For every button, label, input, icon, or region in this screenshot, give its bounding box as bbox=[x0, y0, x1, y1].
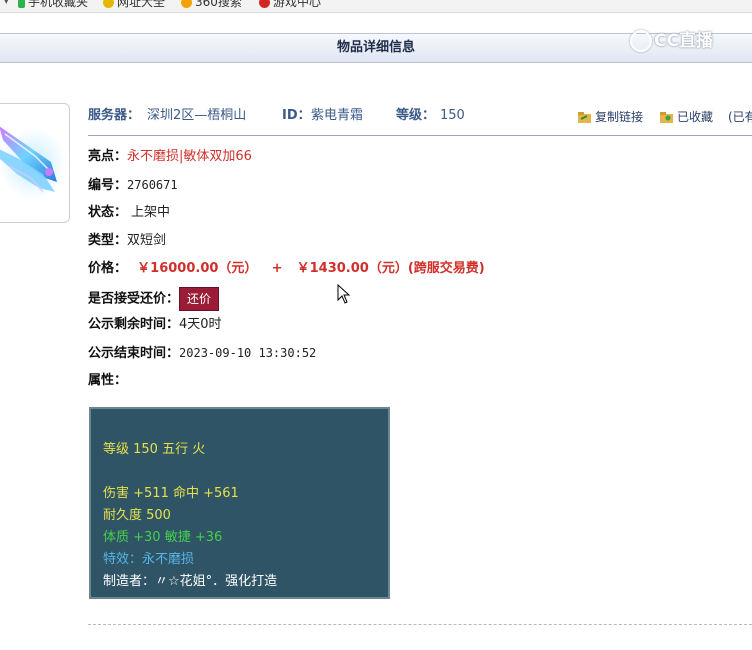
remaining-time-value: 4天0时 bbox=[179, 317, 222, 332]
attr-level-element: 等级 150 五行 火 bbox=[103, 442, 206, 457]
watermark-text: CC直播 bbox=[654, 31, 713, 51]
price-row: 价格： ￥16000.00（元） + ￥1430.00（元）(跨服交易费) bbox=[88, 258, 485, 280]
bookmark-label: 网址大全 bbox=[117, 0, 166, 9]
game-center-icon bbox=[259, 0, 270, 8]
copy-link-label: 复制链接 bbox=[595, 110, 644, 124]
attributes-row: 属性： bbox=[88, 370, 127, 392]
bookmark-item-site-directory[interactable]: 网址大全 bbox=[103, 0, 165, 12]
search-engine-icon bbox=[181, 0, 192, 8]
favorite-folder-icon bbox=[660, 112, 673, 123]
mouse-cursor-icon bbox=[337, 284, 351, 304]
end-time-value: 2023-09-10 13:30:52 bbox=[179, 346, 317, 360]
status-label: 状态： bbox=[88, 205, 128, 220]
attribute-panel: 等级 150 五行 火 伤害 +511 命中 +561 耐久度 500 体质 +… bbox=[89, 407, 390, 599]
link-folder-icon bbox=[578, 112, 591, 123]
attr-constitution-agility: 体质 +30 敏捷 +36 bbox=[103, 530, 223, 545]
number-row: 编号：2760671 bbox=[88, 174, 178, 196]
type-label: 类型： bbox=[88, 233, 128, 248]
attr-special-effect: 特效：永不磨损 bbox=[103, 552, 195, 567]
stream-watermark: CC直播 bbox=[630, 26, 713, 54]
end-time-row: 公示结束时间：2023-09-10 13:30:52 bbox=[88, 342, 316, 364]
attr-damage-hit: 伤害 +511 命中 +561 bbox=[103, 486, 239, 501]
item-summary-row: 服务器： 深圳2区—梧桐山 ID： 紫电青霜 等级： 150 bbox=[88, 106, 752, 126]
level-label: 等级： bbox=[396, 108, 436, 123]
counter-offer-button[interactable]: 还价 bbox=[179, 287, 220, 311]
bookmark-item-360-search[interactable]: 360搜索 bbox=[181, 0, 242, 12]
highlight-row: 亮点：永不磨损|敏体双加66 bbox=[88, 146, 252, 168]
info-divider bbox=[88, 135, 752, 136]
type-value: 双短剑 bbox=[127, 233, 167, 248]
copy-link-button[interactable]: 复制链接 bbox=[578, 107, 643, 127]
bottom-divider bbox=[88, 624, 752, 625]
remaining-time-label: 公示剩余时间： bbox=[88, 317, 180, 332]
attr-maker: 制造者：〃☆花姐°．强化打造 bbox=[103, 574, 278, 589]
fee-value: ￥1430.00（元）(跨服交易费) bbox=[296, 261, 485, 276]
favorited-button[interactable]: 已收藏 bbox=[660, 107, 713, 127]
status-value: 上架中 bbox=[131, 205, 171, 220]
attr-durability: 耐久度 500 bbox=[103, 508, 171, 523]
server-value: 深圳2区—梧桐山 bbox=[147, 108, 247, 123]
phone-icon bbox=[18, 0, 25, 8]
favorite-count-text: (已有 bbox=[728, 107, 752, 127]
id-value: 紫电青霜 bbox=[311, 108, 364, 123]
level-value: 150 bbox=[440, 108, 465, 123]
id-label: ID： bbox=[282, 108, 311, 123]
counter-offer-label: 是否接受还价： bbox=[88, 291, 180, 307]
bookmark-bar: ▾ 手机收藏夹 网址大全 360搜索 游戏中心 bbox=[0, 0, 752, 13]
favorited-label: 已收藏 bbox=[677, 110, 714, 124]
bookmark-label: 360搜索 bbox=[195, 0, 242, 9]
stream-logo-icon bbox=[630, 30, 652, 52]
dual-blade-item-icon bbox=[0, 126, 67, 200]
price-value: ￥16000.00（元） bbox=[137, 261, 258, 276]
end-time-label: 公示结束时间： bbox=[88, 346, 180, 361]
number-value: 2760671 bbox=[127, 178, 178, 192]
price-plus: + bbox=[271, 261, 283, 276]
bookmark-expand-icon[interactable]: ▾ bbox=[4, 0, 9, 12]
attributes-label: 属性： bbox=[88, 373, 128, 388]
bookmark-item-game-center[interactable]: 游戏中心 bbox=[259, 0, 321, 12]
highlight-label: 亮点： bbox=[88, 149, 128, 164]
remaining-time-row: 公示剩余时间：4天0时 bbox=[88, 314, 222, 336]
status-row: 状态： 上架中 bbox=[88, 202, 170, 224]
favorite-count-label: (已有 bbox=[728, 110, 752, 124]
number-label: 编号： bbox=[88, 178, 128, 193]
item-image bbox=[0, 103, 70, 223]
bookmark-label: 手机收藏夹 bbox=[28, 0, 89, 9]
bookmark-item-mobile-favorites[interactable]: 手机收藏夹 bbox=[18, 0, 88, 12]
bookmark-label: 游戏中心 bbox=[273, 0, 322, 9]
counter-offer-row: 是否接受还价： 还价 bbox=[88, 287, 220, 311]
highlight-value: 永不磨损|敏体双加66 bbox=[127, 149, 252, 164]
site-directory-icon bbox=[103, 0, 114, 8]
price-label: 价格： bbox=[88, 261, 128, 276]
type-row: 类型：双短剑 bbox=[88, 230, 166, 252]
server-label: 服务器： bbox=[88, 108, 141, 123]
page-title: 物品详细信息 bbox=[336, 40, 415, 55]
